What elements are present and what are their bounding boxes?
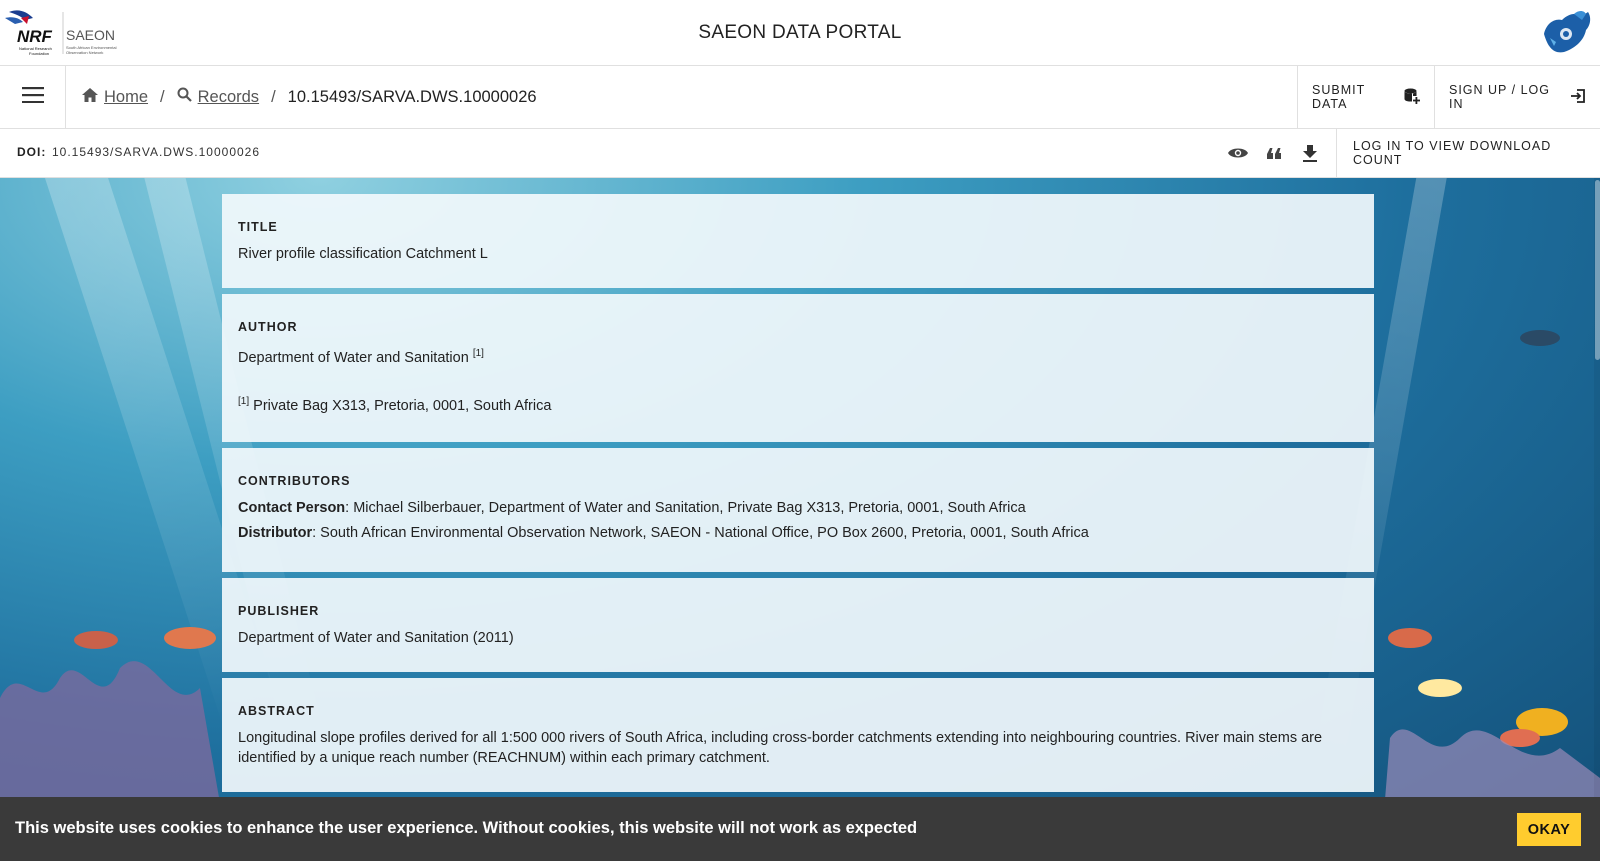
breadcrumb: Home / Records / 10.15493/SARVA.DWS.1000… [82,66,537,128]
cookie-okay-button[interactable]: OKAY [1517,813,1581,846]
log-in-download-count-button[interactable]: LOG IN TO VIEW DOWNLOAD COUNT [1336,129,1600,177]
contributor-role: Distributor [238,525,313,541]
abstract-card: ABSTRACT Longitudinal slope profiles der… [222,678,1374,792]
breadcrumb-separator: / [160,87,165,106]
breadcrumb-records-link[interactable]: Records [177,87,259,107]
contributors-heading: CONTRIBUTORS [238,474,351,488]
contributors-card: CONTRIBUTORS Contact Person: Michael Sil… [222,448,1374,572]
author-name: Department of Water and Sanitation [1] [238,344,1358,368]
author-heading: AUTHOR [238,320,298,334]
abstract-text: Longitudinal slope profiles derived for … [238,730,1323,766]
abstract-heading: ABSTRACT [238,704,315,718]
submit-data-label: SUBMIT DATA [1312,83,1365,111]
contributor-details: : Michael Silberbauer, Department of Wat… [345,500,1026,516]
breadcrumb-separator: / [271,87,276,106]
search-icon [177,87,192,107]
author-name-text: Department of Water and Sanitation [238,349,469,366]
svg-text:Observation Network: Observation Network [66,50,103,55]
menu-icon [21,86,44,108]
contributor-item: Distributor: South African Environmental… [238,523,1358,543]
author-card: AUTHOR Department of Water and Sanitatio… [222,294,1374,442]
scrollbar-thumb[interactable] [1595,180,1600,360]
publisher-card: PUBLISHER Department of Water and Sanita… [222,578,1374,672]
submit-data-button[interactable]: SUBMIT DATA [1297,66,1434,128]
author-affiliation: [1] Private Bag X313, Pretoria, 0001, So… [238,392,1358,416]
login-icon [1570,88,1586,107]
breadcrumb-records-label: Records [197,87,260,106]
top-header: NRF National Research Foundation SAEON S… [0,0,1600,66]
eye-icon[interactable] [1226,141,1250,165]
download-icon[interactable] [1298,141,1322,165]
title-card: TITLE River profile classification Catch… [222,194,1374,288]
contributor-item: Contact Person: Michael Silberbauer, Dep… [238,498,1358,518]
contributor-role: Contact Person [238,500,346,516]
breadcrumb-home-link[interactable]: Home [82,87,149,107]
doi-value: 10.15493/SARVA.DWS.10000026 [52,145,261,159]
database-plus-icon [1404,88,1420,107]
affiliation-reference-marker: [1] [238,395,250,407]
sign-up-log-in-label: SIGN UP / LOG IN [1449,83,1550,111]
doi-label: DOI: [17,145,47,159]
cookie-banner: This website uses cookies to enhance the… [0,797,1600,861]
svg-text:Foundation: Foundation [29,51,49,56]
affiliation-text: Private Bag X313, Pretoria, 0001, South … [253,397,552,414]
contributor-details: : South African Environmental Observatio… [312,525,1089,541]
doi-bar: DOI: 10.15493/SARVA.DWS.10000026 LOG IN … [0,129,1600,178]
navigation-bar: Home / Records / 10.15493/SARVA.DWS.1000… [0,66,1600,129]
breadcrumb-current: 10.15493/SARVA.DWS.10000026 [287,87,537,106]
portal-title: SAEON DATA PORTAL [698,22,902,43]
menu-button[interactable] [0,66,66,128]
cookie-message: This website uses cookies to enhance the… [15,819,918,837]
title-heading: TITLE [238,220,278,234]
breadcrumb-home-label: Home [104,87,149,106]
publisher-text: Department of Water and Sanitation (2011… [238,630,514,646]
south-africa-map-logo[interactable] [1540,8,1594,58]
record-title: River profile classification Catchment L [238,246,488,262]
sign-up-log-in-button[interactable]: SIGN UP / LOG IN [1434,66,1600,128]
quote-icon[interactable] [1262,141,1286,165]
home-icon [82,87,98,107]
author-reference-marker: [1] [472,348,484,359]
publisher-heading: PUBLISHER [238,604,320,618]
